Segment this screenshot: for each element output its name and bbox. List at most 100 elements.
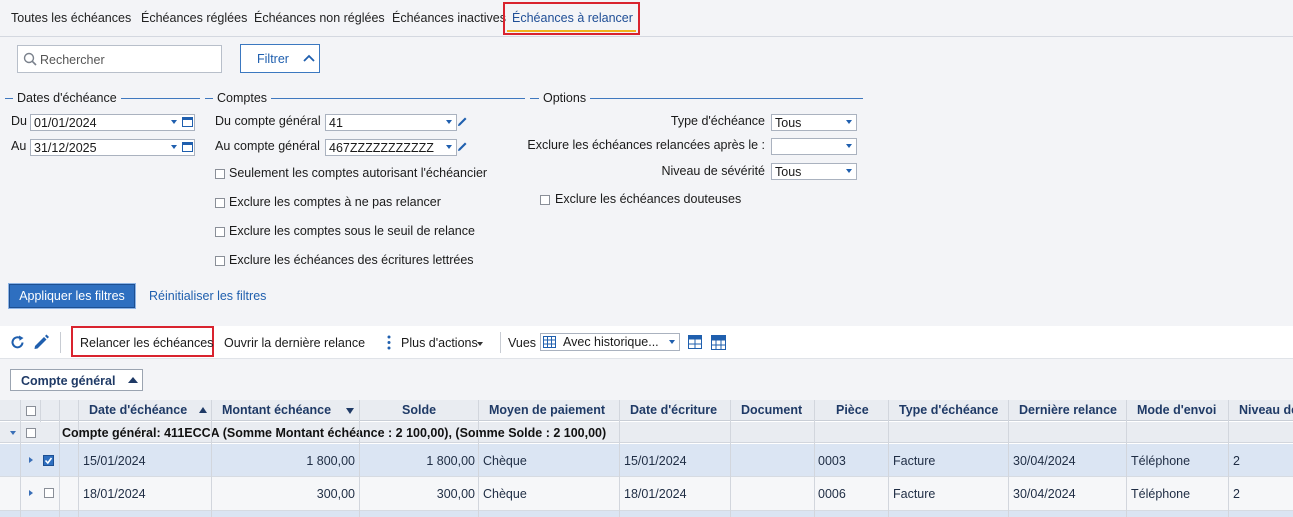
date-to-dropdown-icon[interactable] [171,145,177,149]
data-grid: Date d'échéance Montant échéance Solde M… [0,400,1293,517]
plus-actions-button[interactable]: Plus d'actions [401,336,478,350]
pencil-icon[interactable] [457,140,468,152]
cell-mode: Téléphone [1131,487,1191,501]
tab-non-reglees[interactable]: Échéances non réglées [254,11,385,25]
calendar-icon[interactable] [182,116,193,127]
sort-asc-icon [128,377,138,383]
checkbox-exclure-ne-pas-relancer[interactable] [215,198,225,208]
niveau-severite-select[interactable]: Tous [771,163,857,180]
table-row[interactable]: 18/01/2024 300,00 300,00 Chèque 18/01/20… [0,477,1293,510]
col-separator [211,400,212,517]
col-separator [78,400,79,517]
compte-from-value: 41 [329,116,343,130]
col-separator [20,400,21,517]
grid-header: Date d'échéance Montant échéance Solde M… [0,400,1293,421]
row-checkbox[interactable] [44,488,54,498]
col-derniere-relance[interactable]: Dernière relance [1019,403,1117,417]
col-separator [40,400,41,422]
plus-actions-dropdown-icon[interactable] [477,342,483,346]
reset-filters-link[interactable]: Réinitialiser les filtres [149,289,266,303]
cell-derniere: 30/04/2024 [1013,487,1076,501]
ouvrir-derniere-relance-button[interactable]: Ouvrir la dernière relance [224,336,365,350]
col-niveau[interactable]: Niveau de [1239,403,1293,417]
apply-filters-button[interactable]: Appliquer les filtres [9,284,135,308]
filter-button[interactable]: Filtrer [240,44,320,73]
expand-row-icon[interactable] [29,490,33,496]
edit-icon[interactable] [33,334,49,350]
compte-from-dropdown-icon[interactable] [446,120,452,124]
column-settings-icon[interactable] [688,335,702,349]
group-row[interactable]: Compte général: 411ECCA (Somme Montant é… [0,422,1293,443]
col-montant-echeance[interactable]: Montant échéance [222,403,331,417]
checkbox-exclure-douteuses[interactable] [540,195,550,205]
calendar-icon[interactable] [182,141,193,152]
cell-solde: 300,00 [436,487,475,501]
col-moyen-paiement[interactable]: Moyen de paiement [489,403,605,417]
col-document[interactable]: Document [741,403,802,417]
date-from-dropdown-icon[interactable] [171,120,177,124]
sort-asc-icon[interactable] [199,407,207,413]
search-box [17,45,222,73]
cell-niveau: 2 [1233,454,1240,468]
exclure-relancees-select[interactable] [771,138,857,155]
row-checkbox-checked[interactable] [43,455,54,466]
refresh-icon[interactable] [10,335,25,350]
footer-strip [0,511,1293,517]
cell-date: 18/01/2024 [83,487,146,501]
checkbox-exclure-lettrees[interactable] [215,256,225,266]
niveau-severite-label: Niveau de sévérité [661,164,765,178]
dates-title: Dates d'échéance [13,91,121,105]
col-date-ecriture[interactable]: Date d'écriture [630,403,717,417]
col-date-echeance[interactable]: Date d'échéance [89,403,187,417]
table-settings-icon[interactable] [711,335,726,350]
vues-dropdown-icon[interactable] [669,340,675,344]
collapse-icon[interactable] [10,431,16,435]
group-label: Compte général: 411ECCA (Somme Montant é… [62,426,607,440]
search-input[interactable] [40,51,215,68]
col-mode-envoi[interactable]: Mode d'envoi [1137,403,1216,417]
comptes-title: Comptes [213,91,272,105]
toolbar-separator [500,332,501,353]
cell-date: 15/01/2024 [83,454,146,468]
exclure-relancees-label: Exclure les échéances relancées après le… [527,138,765,152]
group-checkbox[interactable] [26,428,36,438]
tab-inactives[interactable]: Échéances inactives [392,11,506,25]
compte-from-field[interactable]: 41 [325,114,457,131]
relancer-echeances-button[interactable]: Relancer les échéances [80,336,213,350]
tab-a-relancer[interactable]: Échéances à relancer [512,11,633,25]
col-type-echeance[interactable]: Type d'échéance [899,403,998,417]
toolbar: Relancer les échéances Ouvrir la dernièr… [0,326,1293,359]
group-by-button[interactable]: Compte général [10,369,143,391]
type-echeance-select[interactable]: Tous [771,114,857,131]
date-from-label: Du [11,114,27,128]
type-echeance-dropdown-icon[interactable] [846,120,852,124]
exclure-relancees-dropdown-icon[interactable] [846,144,852,148]
expand-row-icon[interactable] [29,457,33,463]
checkbox-seulement-comptes[interactable] [215,169,225,179]
checkbox-exclure-seuil-label: Exclure les comptes sous le seuil de rel… [229,224,475,238]
col-separator [619,400,620,517]
tab-toutes[interactable]: Toutes les échéances [11,11,131,25]
compte-to-dropdown-icon[interactable] [446,145,452,149]
tab-bar: Toutes les échéances Échéances réglées É… [0,0,1293,37]
col-solde[interactable]: Solde [402,403,436,417]
type-echeance-label: Type d'échéance [670,114,765,128]
pencil-icon[interactable] [457,115,468,127]
checkbox-exclure-ne-pas-relancer-label: Exclure les comptes à ne pas relancer [229,195,441,209]
table-row[interactable]: 15/01/2024 1 800,00 1 800,00 Chèque 15/0… [0,444,1293,477]
tab-reglees[interactable]: Échéances réglées [141,11,247,25]
checkbox-exclure-seuil[interactable] [215,227,225,237]
sort-desc-icon[interactable] [346,408,354,414]
tab-active-underline [507,30,636,32]
cell-solde: 1 800,00 [426,454,475,468]
search-icon [23,52,37,66]
select-all-checkbox[interactable] [26,406,36,416]
vues-select[interactable]: Avec historique... [540,333,680,351]
niveau-severite-dropdown-icon[interactable] [846,169,852,173]
date-from-value: 01/01/2024 [34,116,97,130]
compte-to-field[interactable]: 467ZZZZZZZZZZZ [325,139,457,156]
col-separator [59,400,60,517]
cell-mode: Téléphone [1131,454,1191,468]
col-separator [730,400,731,517]
col-piece[interactable]: Pièce [836,403,869,417]
